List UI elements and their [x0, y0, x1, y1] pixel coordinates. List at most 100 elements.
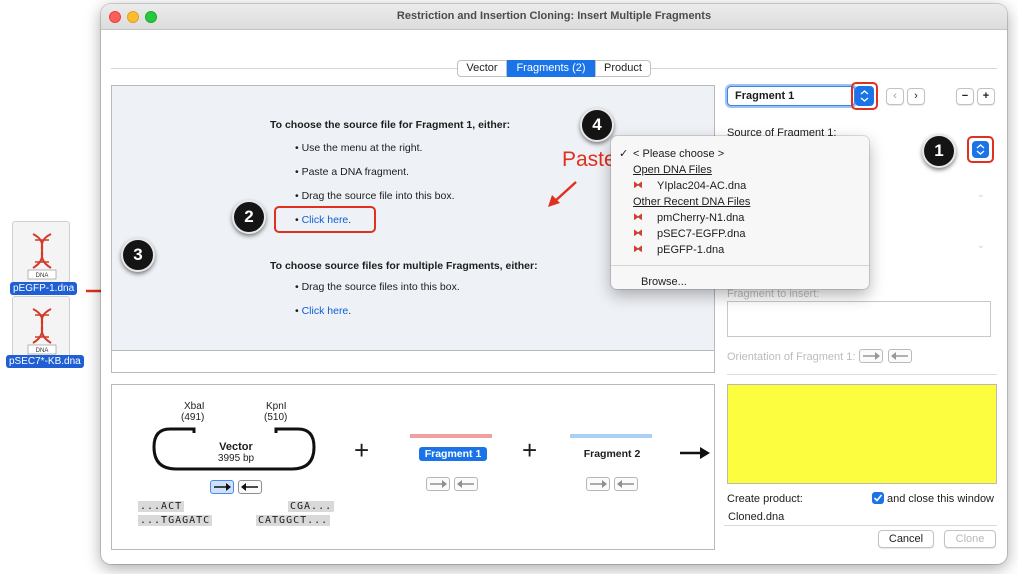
vector-forward-button[interactable]: [210, 480, 234, 494]
section-label: Other Recent DNA Files: [633, 196, 751, 208]
menu-item-please-choose[interactable]: ✓ < Please choose >: [611, 146, 869, 162]
fragment2-bar: [570, 434, 652, 438]
cloning-diagram: XbaI (491) KpnI (510) Vector 3995 bp ...…: [111, 384, 715, 550]
bullet-click-here-multi: • Click here.: [295, 305, 352, 317]
fragment2-forward-button[interactable]: [586, 477, 610, 491]
menu-item-file[interactable]: ⧓ pmCherry-N1.dna: [611, 210, 869, 226]
menu-item-label: pSEC7-EGFP.dna: [657, 228, 746, 240]
close-window-label: and close this window: [887, 493, 995, 505]
window-title: Restriction and Insertion Cloning: Inser…: [396, 10, 712, 22]
seq-left-bottom: ...TGAGATC: [138, 515, 213, 526]
result-arrow-icon: [680, 447, 710, 459]
arrow-right-icon: [430, 480, 447, 488]
site2-position: (510): [264, 412, 288, 423]
period: .: [348, 305, 352, 317]
heading-single-fragment: To choose the source file for Fragment 1…: [270, 119, 511, 131]
seq-right-bottom: CATGGCT...: [256, 515, 331, 526]
previous-fragment-button[interactable]: ‹: [886, 88, 904, 105]
site2-name: KpnI: [266, 401, 287, 412]
orientation-forward-button[interactable]: [859, 349, 883, 363]
desktop-file-name[interactable]: pSEC7*-KB.dna: [6, 355, 84, 368]
bullet-drag-file: • Drag the source file into this box.: [295, 190, 455, 202]
file-type-label: DNA: [36, 348, 49, 354]
bullet-text: Use the menu at the right.: [301, 142, 423, 154]
cancel-button[interactable]: Cancel: [878, 530, 934, 548]
seq-left-top: ...ACT: [138, 501, 185, 512]
clone-button[interactable]: Clone: [944, 530, 996, 548]
fragment1-label[interactable]: Fragment 1: [419, 447, 487, 461]
site1-position: (491): [181, 412, 205, 423]
arrow-left-icon: [617, 480, 634, 488]
seq-right-top: CGA...: [288, 501, 335, 512]
callout-3: 3: [121, 238, 155, 272]
menu-item-label: < Please choose >: [633, 148, 725, 160]
click-here-highlight: [274, 206, 376, 233]
source-stepper-highlight: [967, 136, 994, 163]
bullet-paste: • Paste a DNA fragment.: [295, 166, 409, 178]
menu-item-label: pmCherry-N1.dna: [657, 212, 745, 224]
bullet-text: Drag the source file into this box.: [301, 190, 455, 202]
menu-separator: [611, 265, 869, 266]
orientation-label: Orientation of Fragment 1:: [727, 351, 856, 363]
menu-item-file[interactable]: ⧓ YIplac204-AC.dna: [611, 178, 869, 194]
remove-fragment-button[interactable]: −: [956, 88, 974, 105]
menu-item-file[interactable]: ⧓ pSEC7-EGFP.dna: [611, 226, 869, 242]
menu-item-file[interactable]: ⧓ pEGFP-1.dna: [611, 242, 869, 258]
dna-file-icon[interactable]: DNA: [12, 296, 70, 358]
title-bar: Restriction and Insertion Cloning: Inser…: [101, 4, 1007, 30]
click-here-multi-link[interactable]: Click here: [302, 305, 349, 317]
fragment1-bar: [410, 434, 492, 438]
add-fragment-button[interactable]: +: [977, 88, 995, 105]
tab-fragments[interactable]: Fragments (2): [507, 60, 595, 77]
checkmark-icon: ✓: [619, 148, 629, 160]
dna-file-icon: ⧓: [633, 180, 643, 191]
fragment-select[interactable]: Fragment 1: [727, 86, 855, 106]
fragment-to-insert-box[interactable]: [727, 301, 991, 337]
paste-annotation: Paste: [562, 148, 616, 171]
orientation-reverse-button[interactable]: [888, 349, 912, 363]
arrow-left-icon: [457, 480, 474, 488]
section-label: Open DNA Files: [633, 164, 712, 176]
disabled-chevron-icon: ⌄: [977, 189, 985, 199]
tab-product[interactable]: Product: [595, 60, 651, 77]
dna-file-icon[interactable]: DNA: [12, 221, 70, 283]
bullet-text: Paste a DNA fragment.: [301, 166, 409, 178]
bullet-use-menu: • Use the menu at the right.: [295, 142, 423, 154]
dna-file-icon: ⧓: [633, 212, 643, 223]
arrow-right-icon: [863, 352, 880, 360]
source-popup-menu: ✓ < Please choose > Open DNA Files ⧓ YIp…: [611, 136, 869, 289]
fragment2-label[interactable]: Fragment 2: [576, 447, 648, 461]
close-window-checkbox[interactable]: [872, 492, 884, 504]
site1-name: XbaI: [184, 401, 205, 412]
vector-reverse-button[interactable]: [238, 480, 262, 494]
fragment2-reverse-button[interactable]: [614, 477, 638, 491]
callout-4: 4: [580, 108, 614, 142]
product-name-input[interactable]: Cloned.dna: [724, 508, 997, 526]
desktop-file-name[interactable]: pEGFP-1.dna: [10, 282, 78, 295]
next-fragment-button[interactable]: ›: [907, 88, 925, 105]
fragment-stepper-highlight: [851, 82, 878, 110]
dna-file-icon: ⧓: [633, 228, 643, 239]
vector-size: 3995 bp: [217, 453, 255, 464]
product-name-value: Cloned.dna: [728, 511, 785, 523]
menu-item-browse[interactable]: Browse...: [611, 274, 869, 290]
tab-vector[interactable]: Vector: [457, 60, 507, 77]
menu-item-label: pEGFP-1.dna: [657, 244, 725, 256]
heading-multi-fragment: To choose source files for multiple Frag…: [270, 260, 538, 272]
plus-sign: +: [522, 435, 538, 465]
cloning-dialog: Restriction and Insertion Cloning: Inser…: [101, 4, 1007, 564]
file-type-label: DNA: [36, 273, 49, 279]
panel-divider: [727, 374, 997, 375]
arrow-left-icon: [241, 483, 258, 491]
bullet-drag-files: • Drag the source files into this box.: [295, 281, 460, 293]
disabled-chevron-icon: ⌄: [977, 240, 985, 250]
create-product-label: Create product:: [727, 493, 803, 505]
dna-file-icon: ⧓: [633, 244, 643, 255]
arrow-right-icon: [214, 483, 231, 491]
checkmark-icon: [873, 494, 883, 502]
fragment1-reverse-button[interactable]: [454, 477, 478, 491]
menu-section-recent: Other Recent DNA Files: [611, 194, 869, 210]
arrow-left-icon: [891, 352, 908, 360]
fragment1-forward-button[interactable]: [426, 477, 450, 491]
menu-section-open: Open DNA Files: [611, 162, 869, 178]
